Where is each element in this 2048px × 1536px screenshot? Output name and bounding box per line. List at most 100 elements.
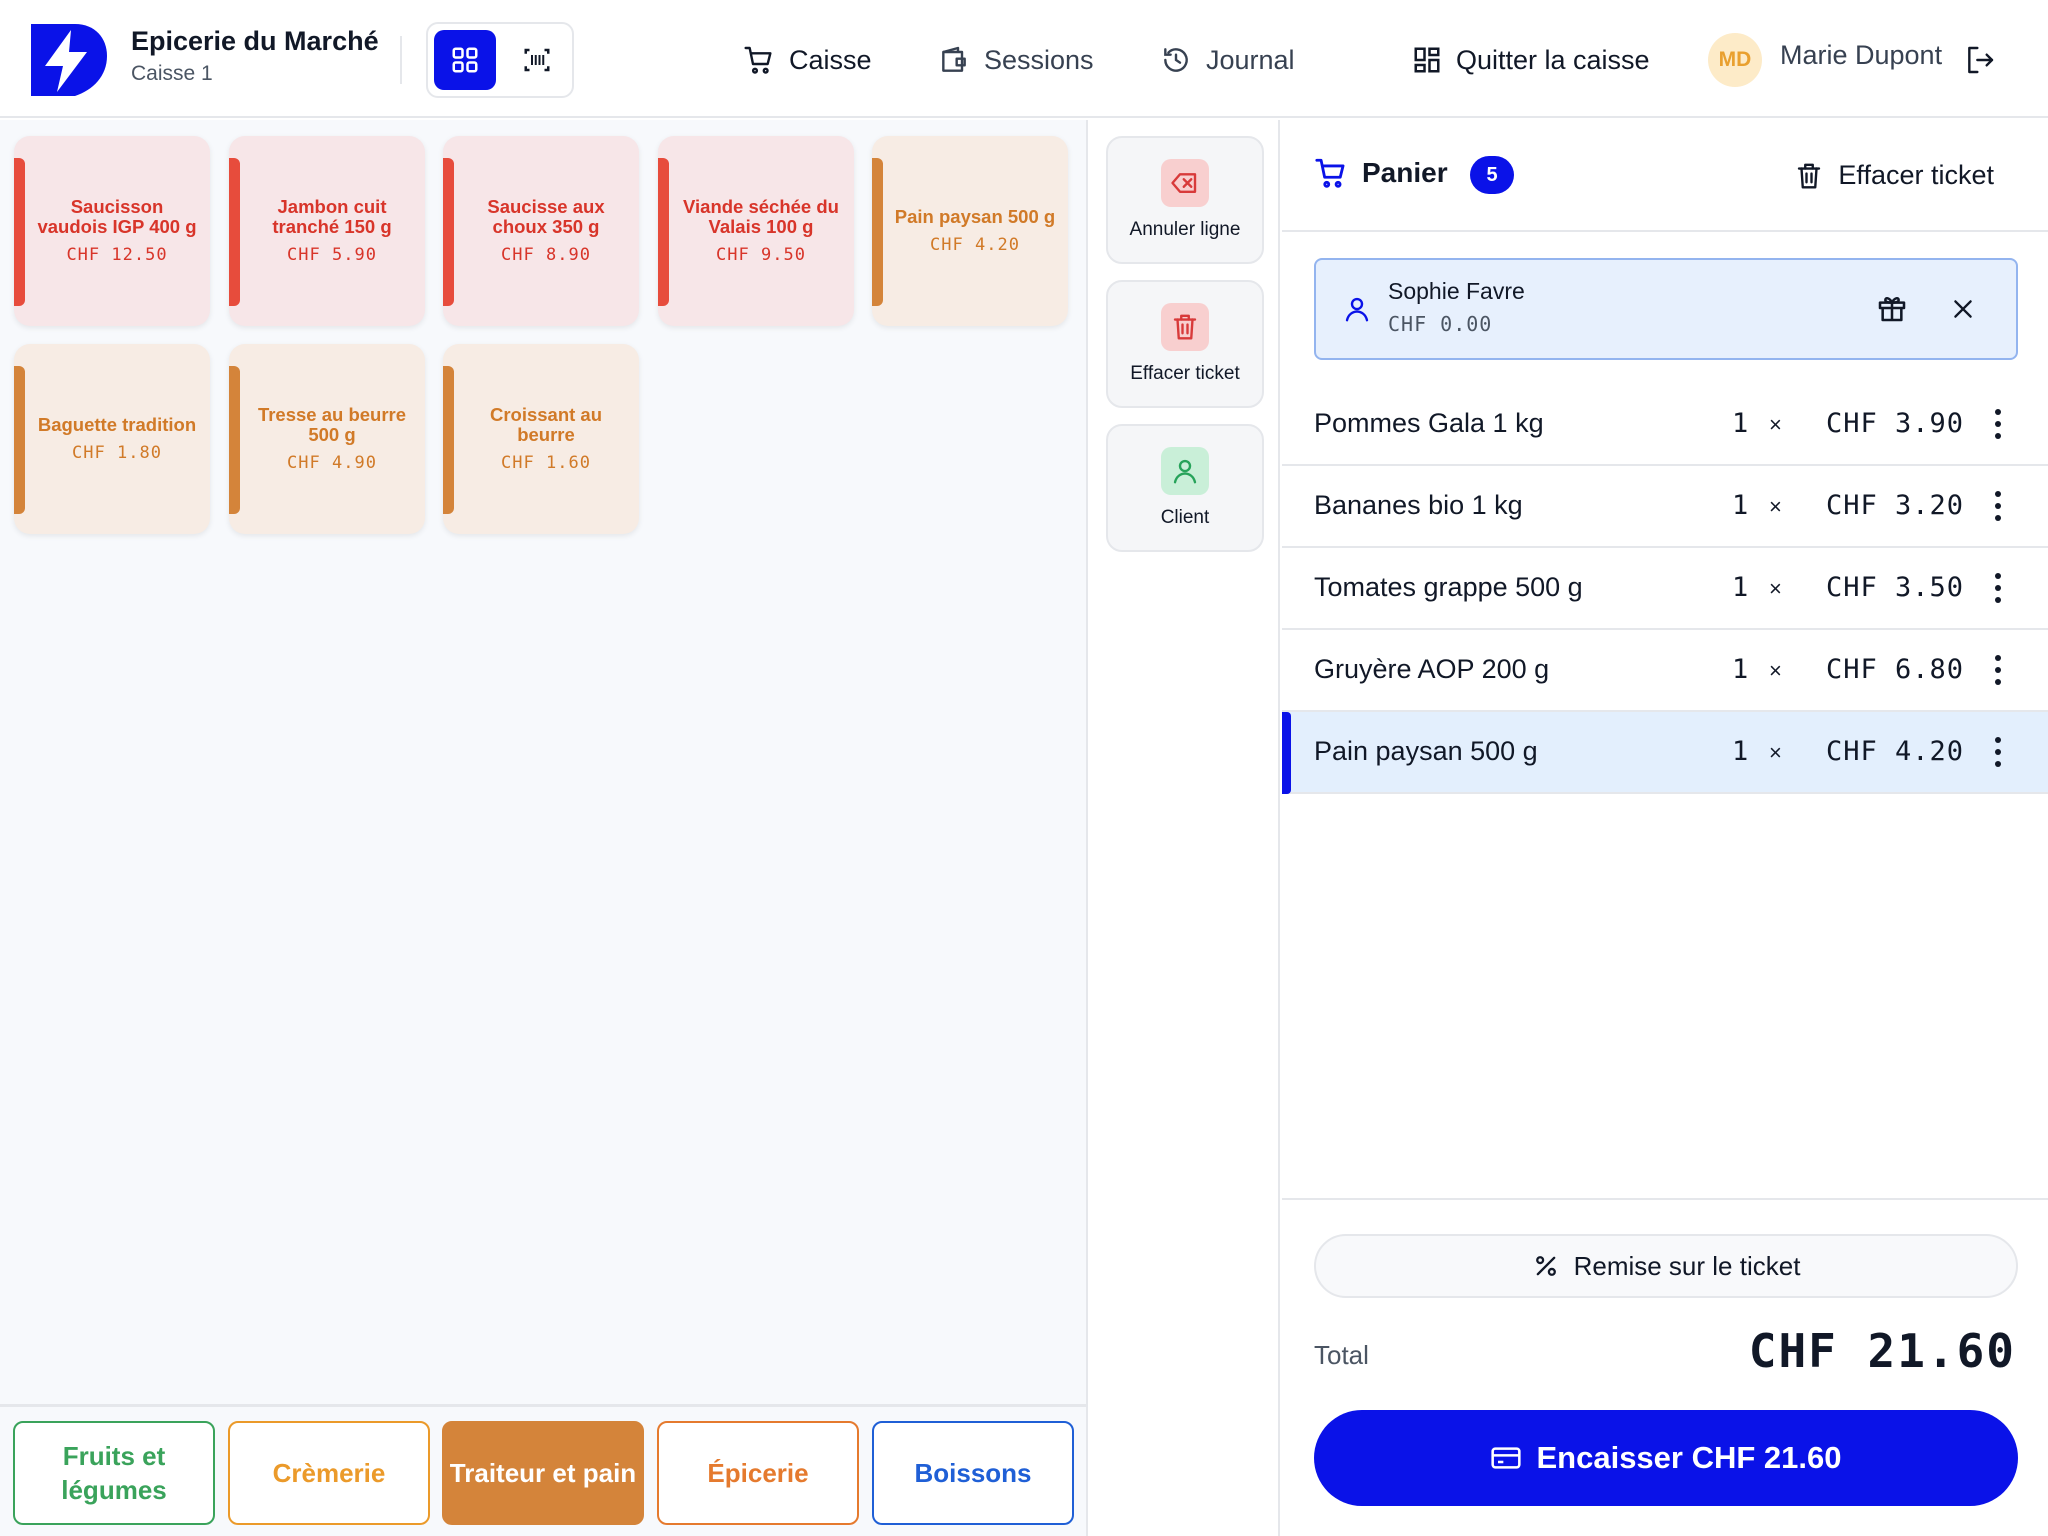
more-vertical-icon[interactable]	[1992, 652, 2004, 688]
wallet-icon	[942, 46, 966, 72]
line-times: ×	[1769, 658, 1782, 683]
category-color-bar	[229, 158, 240, 306]
percent-icon	[1535, 1256, 1556, 1276]
total-label: Total	[1314, 1340, 1369, 1370]
logout-icon[interactable]	[1964, 44, 1996, 76]
product-price: CHF 5.90	[287, 245, 377, 265]
cart-title: Panier	[1314, 156, 1448, 190]
product-name: Pain paysan 500 g	[894, 206, 1056, 227]
cart-line[interactable]: Tomates grappe 500 g 1 × CHF 3.50	[1282, 548, 2048, 630]
category-color-bar	[14, 158, 25, 306]
line-quantity: 1	[1732, 408, 1749, 439]
product-tile[interactable]: Tresse au beurre 500 g CHF 4.90	[229, 344, 425, 534]
ticket-discount-label: Remise sur le ticket	[1573, 1250, 1801, 1281]
line-name: Tomates grappe 500 g	[1314, 572, 1583, 602]
category-traiteur-pain[interactable]: Traiteur et pain	[442, 1421, 644, 1525]
product-name: Jambon cuit tranché 150 g	[272, 196, 392, 237]
grid-view-button[interactable]	[434, 30, 496, 90]
cart-line-selected[interactable]: Pain paysan 500 g 1 × CHF 4.20	[1282, 712, 2048, 794]
category-color-bar	[443, 158, 454, 306]
nav-sessions-label: Sessions	[984, 44, 1094, 75]
gift-icon[interactable]	[1876, 292, 1908, 324]
dashboard-icon	[1414, 47, 1440, 73]
product-name: Croissant au beurre	[489, 404, 603, 445]
undo-line-label: Annuler ligne	[1129, 219, 1241, 240]
line-quantity: 1	[1732, 654, 1749, 685]
category-bar: Fruits et légumes Crèmerie Traiteur et p…	[0, 1404, 1088, 1536]
avatar[interactable]: MD	[1708, 33, 1762, 87]
cart-line[interactable]: Pommes Gala 1 kg 1 × CHF 3.90	[1282, 384, 2048, 466]
clear-ticket-button[interactable]: Effacer ticket	[1794, 160, 1994, 191]
cart-line[interactable]: Bananes bio 1 kg 1 × CHF 3.20	[1282, 466, 2048, 548]
cart-line[interactable]: Gruyère AOP 200 g 1 × CHF 6.80	[1282, 630, 2048, 712]
line-price: CHF 6.80	[1826, 654, 1965, 685]
product-name: Saucisson vaudois IGP 400 g	[37, 196, 197, 237]
cart-header: Panier 5 Effacer ticket	[1282, 120, 2048, 232]
client-label: Client	[1160, 507, 1210, 528]
clear-ticket-action-button[interactable]: Effacer ticket	[1106, 280, 1264, 408]
more-vertical-icon[interactable]	[1992, 488, 2004, 524]
cart-icon	[1315, 158, 1345, 188]
more-vertical-icon[interactable]	[1992, 570, 2004, 606]
ticket-discount-button[interactable]: Remise sur le ticket	[1314, 1234, 2018, 1298]
category-cremerie[interactable]: Crèmerie	[228, 1421, 430, 1525]
product-price: CHF 1.60	[501, 453, 591, 473]
product-price: CHF 8.90	[501, 245, 591, 265]
category-color-bar	[872, 158, 883, 306]
nav-caisse[interactable]: Caisse	[743, 38, 872, 82]
category-fruits-legumes[interactable]: Fruits et légumes	[13, 1421, 215, 1525]
store-name: Epicerie du Marché	[131, 26, 379, 56]
clear-ticket-label: Effacer ticket	[1838, 160, 1994, 190]
product-tile[interactable]: Jambon cuit tranché 150 g CHF 5.90	[229, 136, 425, 326]
nav-journal[interactable]: Journal	[1160, 38, 1295, 82]
line-name: Pommes Gala 1 kg	[1314, 408, 1544, 438]
product-tile[interactable]: Saucisson vaudois IGP 400 g CHF 12.50	[14, 136, 210, 326]
app-logo-icon	[31, 24, 107, 96]
customer-card[interactable]: Sophie Favre CHF 0.00	[1314, 258, 2018, 360]
category-epicerie[interactable]: Épicerie	[657, 1421, 859, 1525]
trash-icon	[1161, 303, 1209, 351]
category-boissons[interactable]: Boissons	[872, 1421, 1074, 1525]
product-price: CHF 4.90	[287, 453, 377, 473]
user-icon	[1161, 447, 1209, 495]
cart-panel: Panier 5 Effacer ticket Sophie Favre CHF…	[1282, 120, 2048, 1536]
product-tile[interactable]: Saucisse aux choux 350 g CHF 8.90	[443, 136, 639, 326]
user-name[interactable]: Marie Dupont	[1780, 40, 1942, 71]
line-name: Gruyère AOP 200 g	[1314, 654, 1550, 684]
customer-name: Sophie Favre	[1388, 278, 1525, 304]
product-tile[interactable]: Croissant au beurre CHF 1.60	[443, 344, 639, 534]
checkout-button[interactable]: Encaisser CHF 21.60	[1314, 1410, 2018, 1506]
more-vertical-icon[interactable]	[1992, 406, 2004, 442]
line-price: CHF 3.50	[1826, 572, 1965, 603]
scan-view-button[interactable]	[506, 30, 568, 90]
product-tile[interactable]: Viande séchée du Valais 100 g CHF 9.50	[658, 136, 854, 326]
line-times: ×	[1769, 494, 1782, 519]
line-name: Pain paysan 500 g	[1314, 736, 1538, 766]
undo-line-button[interactable]: Annuler ligne	[1106, 136, 1264, 264]
product-tile[interactable]: Baguette tradition CHF 1.80	[14, 344, 210, 534]
more-vertical-icon[interactable]	[1992, 734, 2004, 770]
line-times: ×	[1769, 412, 1782, 437]
line-quantity: 1	[1732, 572, 1749, 603]
nav-sessions[interactable]: Sessions	[938, 38, 1094, 82]
cart-count-badge: 5	[1470, 156, 1514, 194]
customer-balance: CHF 0.00	[1388, 312, 1493, 336]
grid-icon	[452, 47, 478, 73]
product-price: CHF 12.50	[66, 245, 168, 265]
nav-caisse-label: Caisse	[789, 44, 872, 75]
line-price: CHF 3.20	[1826, 490, 1965, 521]
history-icon	[1164, 48, 1188, 72]
nav-quit-label: Quitter la caisse	[1456, 44, 1650, 75]
nav-quit-register[interactable]: Quitter la caisse	[1412, 38, 1650, 82]
cart-footer: Remise sur le ticket Total CHF 21.60 Enc…	[1282, 1198, 2048, 1536]
close-icon[interactable]	[1950, 296, 1976, 322]
product-tile[interactable]: Pain paysan 500 g CHF 4.20	[872, 136, 1068, 326]
view-toggle	[426, 22, 574, 98]
line-quantity: 1	[1732, 736, 1749, 767]
total-value: CHF 21.60	[1748, 1324, 2016, 1378]
client-button[interactable]: Client	[1106, 424, 1264, 552]
category-color-bar	[14, 366, 25, 514]
barcode-scan-icon	[524, 48, 550, 72]
category-color-bar	[658, 158, 669, 306]
trash-icon	[1798, 163, 1821, 188]
